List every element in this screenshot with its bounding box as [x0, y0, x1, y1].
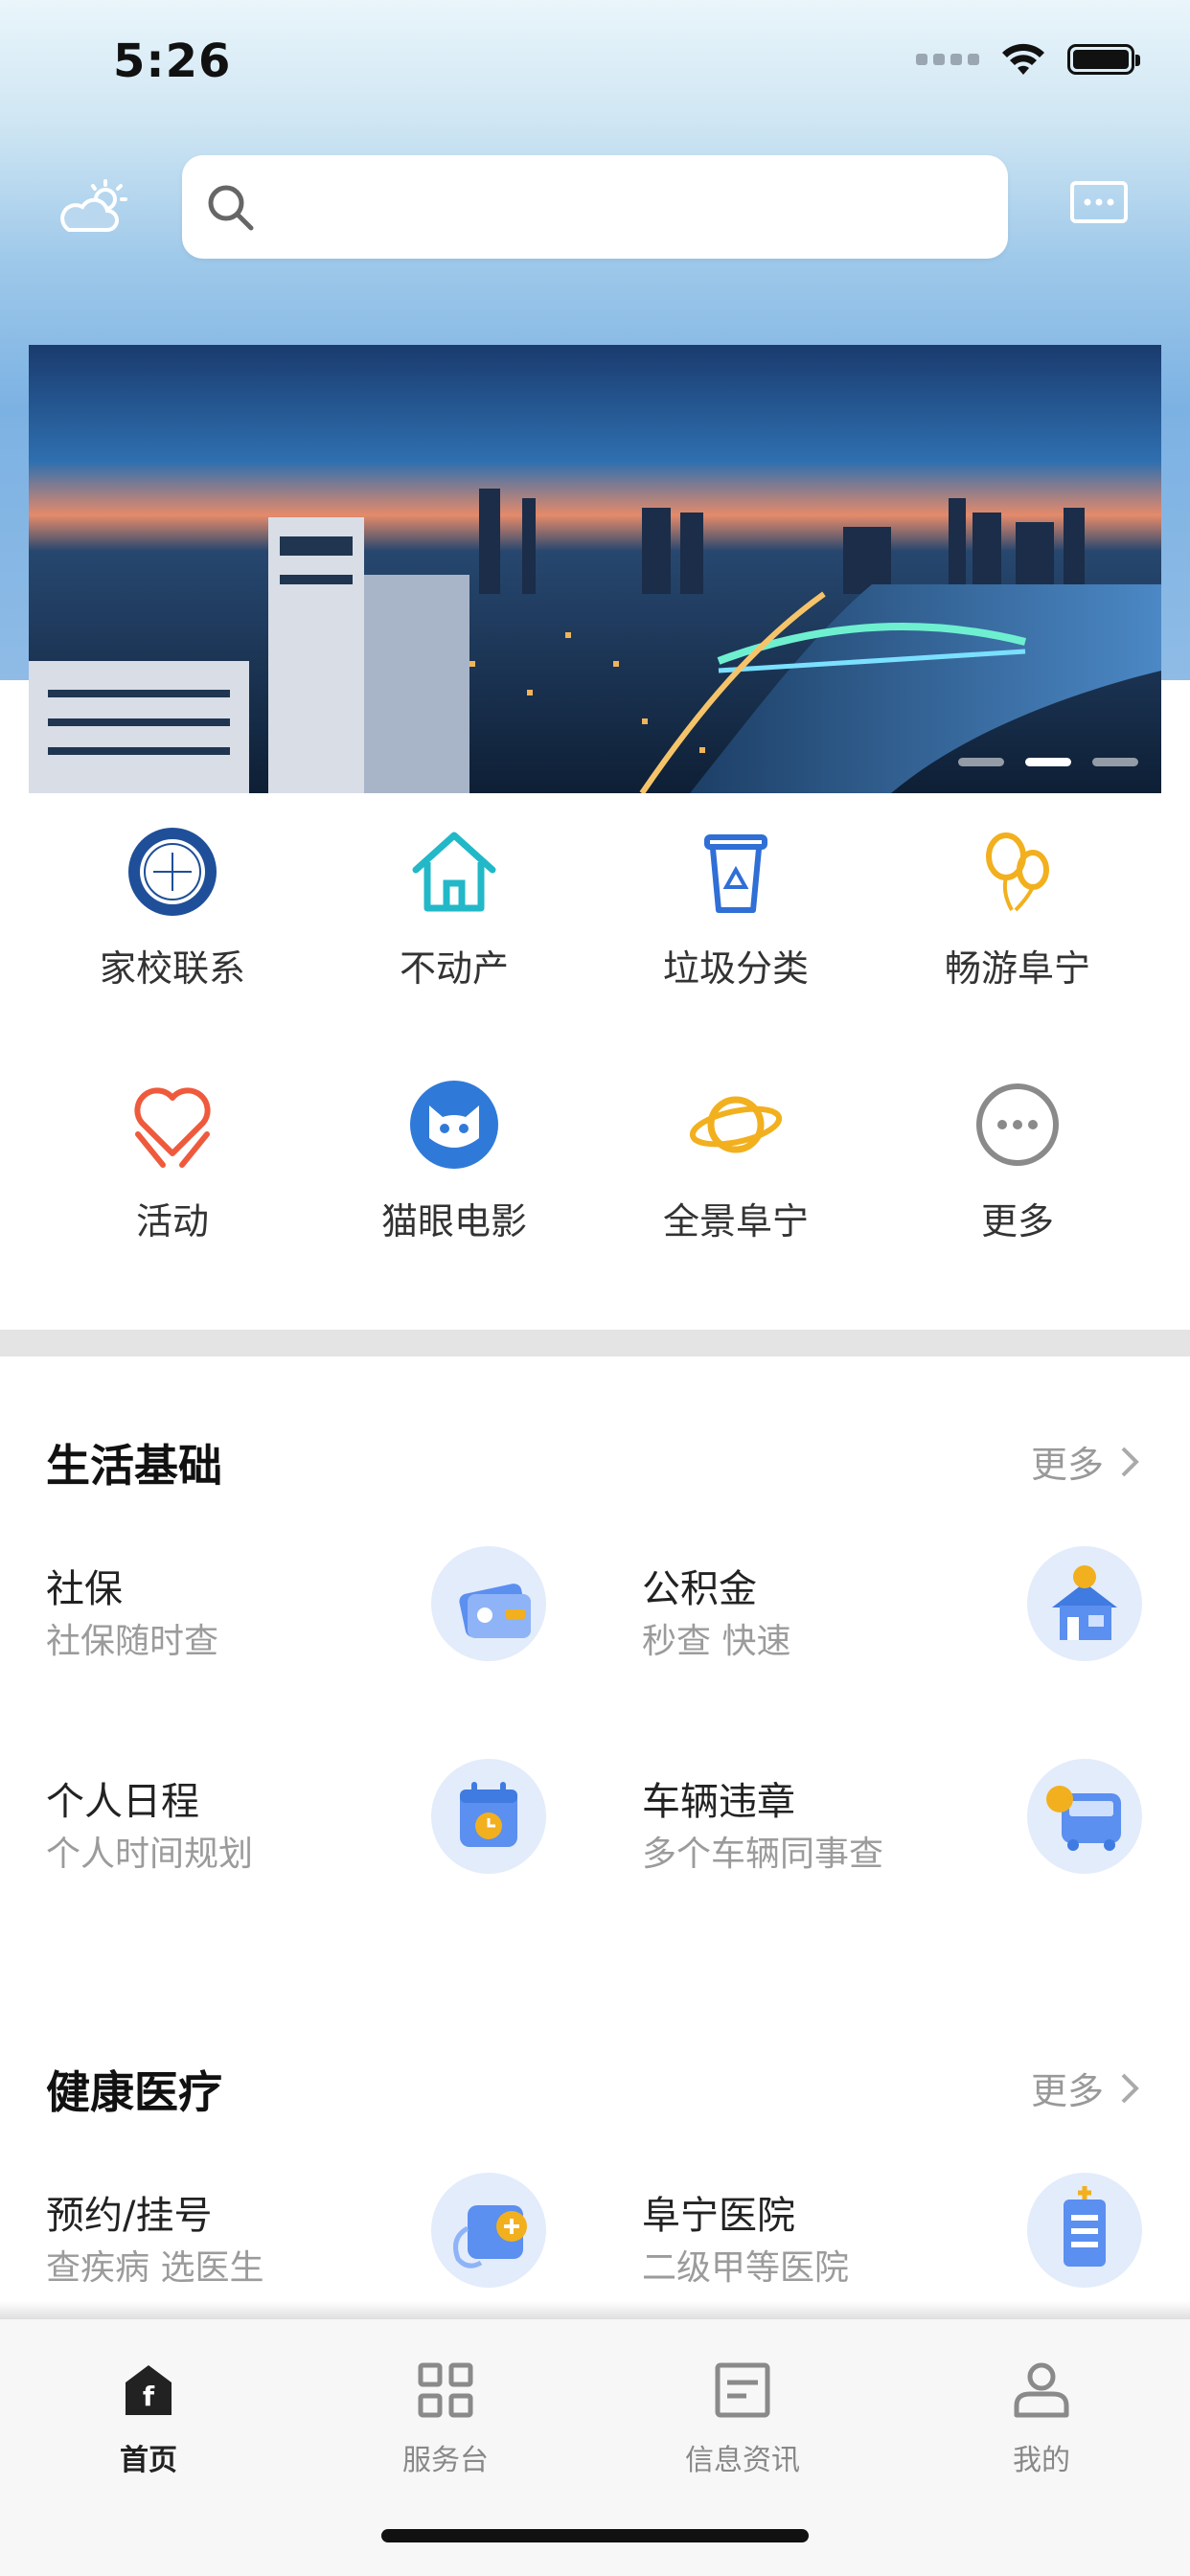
news-icon [715, 2362, 770, 2418]
quick-item-maoyan[interactable]: 猫眼电影 [314, 1077, 594, 1288]
section-more-health[interactable]: 更多 [1031, 2062, 1140, 2114]
tab-label: 信息资讯 [685, 2444, 800, 2477]
section-divider [0, 1330, 1190, 1356]
quick-item-label: 垃圾分类 [662, 947, 809, 990]
school-emblem-icon [128, 828, 217, 916]
tab-label: 服务台 [402, 2444, 489, 2477]
quick-item-real-estate[interactable]: 不动产 [314, 824, 594, 1035]
grid-icon [418, 2362, 473, 2418]
housing-fund-icon [1027, 1546, 1142, 1661]
quick-item-label: 不动产 [399, 947, 509, 990]
city-night-skyline [29, 489, 1161, 793]
home-icon: f [126, 2365, 172, 2415]
more-label: 更多 [1031, 1444, 1105, 1486]
banner-pagination [958, 758, 1138, 766]
tab-home[interactable]: f 首页 [53, 2359, 244, 2478]
card-subtitle: 社保随时查 [46, 1622, 219, 1661]
pagination-dot[interactable] [958, 758, 1004, 766]
city-banner-image[interactable] [29, 345, 1161, 793]
medical-kit-icon [431, 2173, 546, 2288]
quick-item-label: 畅游阜宁 [944, 947, 1090, 990]
more-label: 更多 [1031, 2070, 1105, 2112]
social-security-card-icon [431, 1546, 546, 1661]
calendar-clock-icon [431, 1759, 546, 1874]
quick-item-garbage[interactable]: 垃圾分类 [596, 824, 876, 1035]
chevron-right-icon [1121, 1447, 1139, 1476]
tab-news[interactable]: 信息资讯 [647, 2359, 838, 2478]
search-input[interactable] [270, 174, 983, 241]
tab-label: 我的 [1013, 2444, 1070, 2477]
cat-eye-icon [410, 1081, 498, 1169]
service-card-housing-fund[interactable]: 公积金 秒查 快速 [642, 1546, 1190, 1711]
status-time: 5:26 [113, 34, 232, 88]
pagination-dot-active[interactable] [1025, 758, 1071, 766]
tab-service-desk[interactable]: 服务台 [350, 2359, 541, 2478]
message-icon[interactable] [1069, 180, 1129, 228]
profile-icon [1014, 2362, 1069, 2418]
card-subtitle: 二级甲等医院 [642, 2248, 850, 2288]
more-dots-icon [976, 1083, 1059, 1166]
quick-item-school[interactable]: 家校联系 [33, 824, 312, 1035]
svg-text:f: f [143, 2381, 155, 2412]
service-card-vehicle-violation[interactable]: 车辆违章 多个车辆同事查 [642, 1759, 1190, 1924]
battery-icon [1067, 44, 1140, 75]
quick-item-label: 活动 [135, 1200, 209, 1242]
bus-violation-icon [1027, 1759, 1142, 1874]
quick-item-more[interactable]: 更多 [878, 1077, 1157, 1288]
card-subtitle: 查疾病 选医生 [46, 2248, 264, 2288]
tab-profile[interactable]: 我的 [946, 2359, 1137, 2478]
heart-hands-icon [134, 1087, 211, 1168]
card-subtitle: 个人时间规划 [46, 1835, 254, 1874]
card-title: 公积金 [642, 1567, 757, 1611]
signal-icon [916, 54, 979, 65]
quick-item-label: 全景阜宁 [662, 1200, 809, 1242]
pagination-dot[interactable] [1092, 758, 1138, 766]
chevron-right-icon [1121, 2073, 1139, 2103]
quick-access-grid: 家校联系 不动产 垃圾分类 畅游阜宁 活动 猫眼电影 全景阜宁 更多 [0, 824, 1190, 1322]
section-more-life[interactable]: 更多 [1031, 1435, 1140, 1488]
card-title: 阜宁医院 [642, 2194, 795, 2238]
quick-item-label: 更多 [980, 1200, 1054, 1242]
card-title: 预约/挂号 [46, 2194, 213, 2238]
search-bar[interactable] [182, 155, 1008, 259]
section-title-life: 生活基础 [46, 1440, 222, 1492]
recycle-bin-icon [704, 834, 767, 913]
quick-item-label: 家校联系 [99, 947, 245, 990]
home-indicator [381, 2529, 809, 2542]
quick-item-tour[interactable]: 畅游阜宁 [878, 824, 1157, 1035]
card-title: 社保 [46, 1567, 123, 1611]
card-subtitle: 多个车辆同事查 [642, 1835, 884, 1874]
tab-label: 首页 [120, 2444, 177, 2477]
card-title: 车辆违章 [642, 1780, 795, 1824]
house-icon [412, 832, 496, 912]
card-subtitle: 秒查 快速 [642, 1622, 791, 1661]
section-title-health: 健康医疗 [46, 2066, 222, 2118]
service-card-social-security[interactable]: 社保 社保随时查 [46, 1546, 602, 1711]
partly-cloudy-icon[interactable] [56, 178, 130, 236]
quick-item-panorama[interactable]: 全景阜宁 [596, 1077, 876, 1288]
wifi-icon [1002, 43, 1044, 75]
quick-item-activity[interactable]: 活动 [33, 1077, 312, 1288]
planet-icon [689, 1096, 783, 1153]
search-icon [208, 185, 254, 231]
balloons-icon [986, 832, 1049, 912]
service-card-schedule[interactable]: 个人日程 个人时间规划 [46, 1759, 602, 1924]
quick-item-label: 猫眼电影 [380, 1200, 527, 1242]
hospital-icon [1027, 2173, 1142, 2288]
status-indicators [916, 42, 1140, 77]
card-title: 个人日程 [46, 1780, 199, 1824]
tabbar-shadow [0, 2301, 1190, 2318]
